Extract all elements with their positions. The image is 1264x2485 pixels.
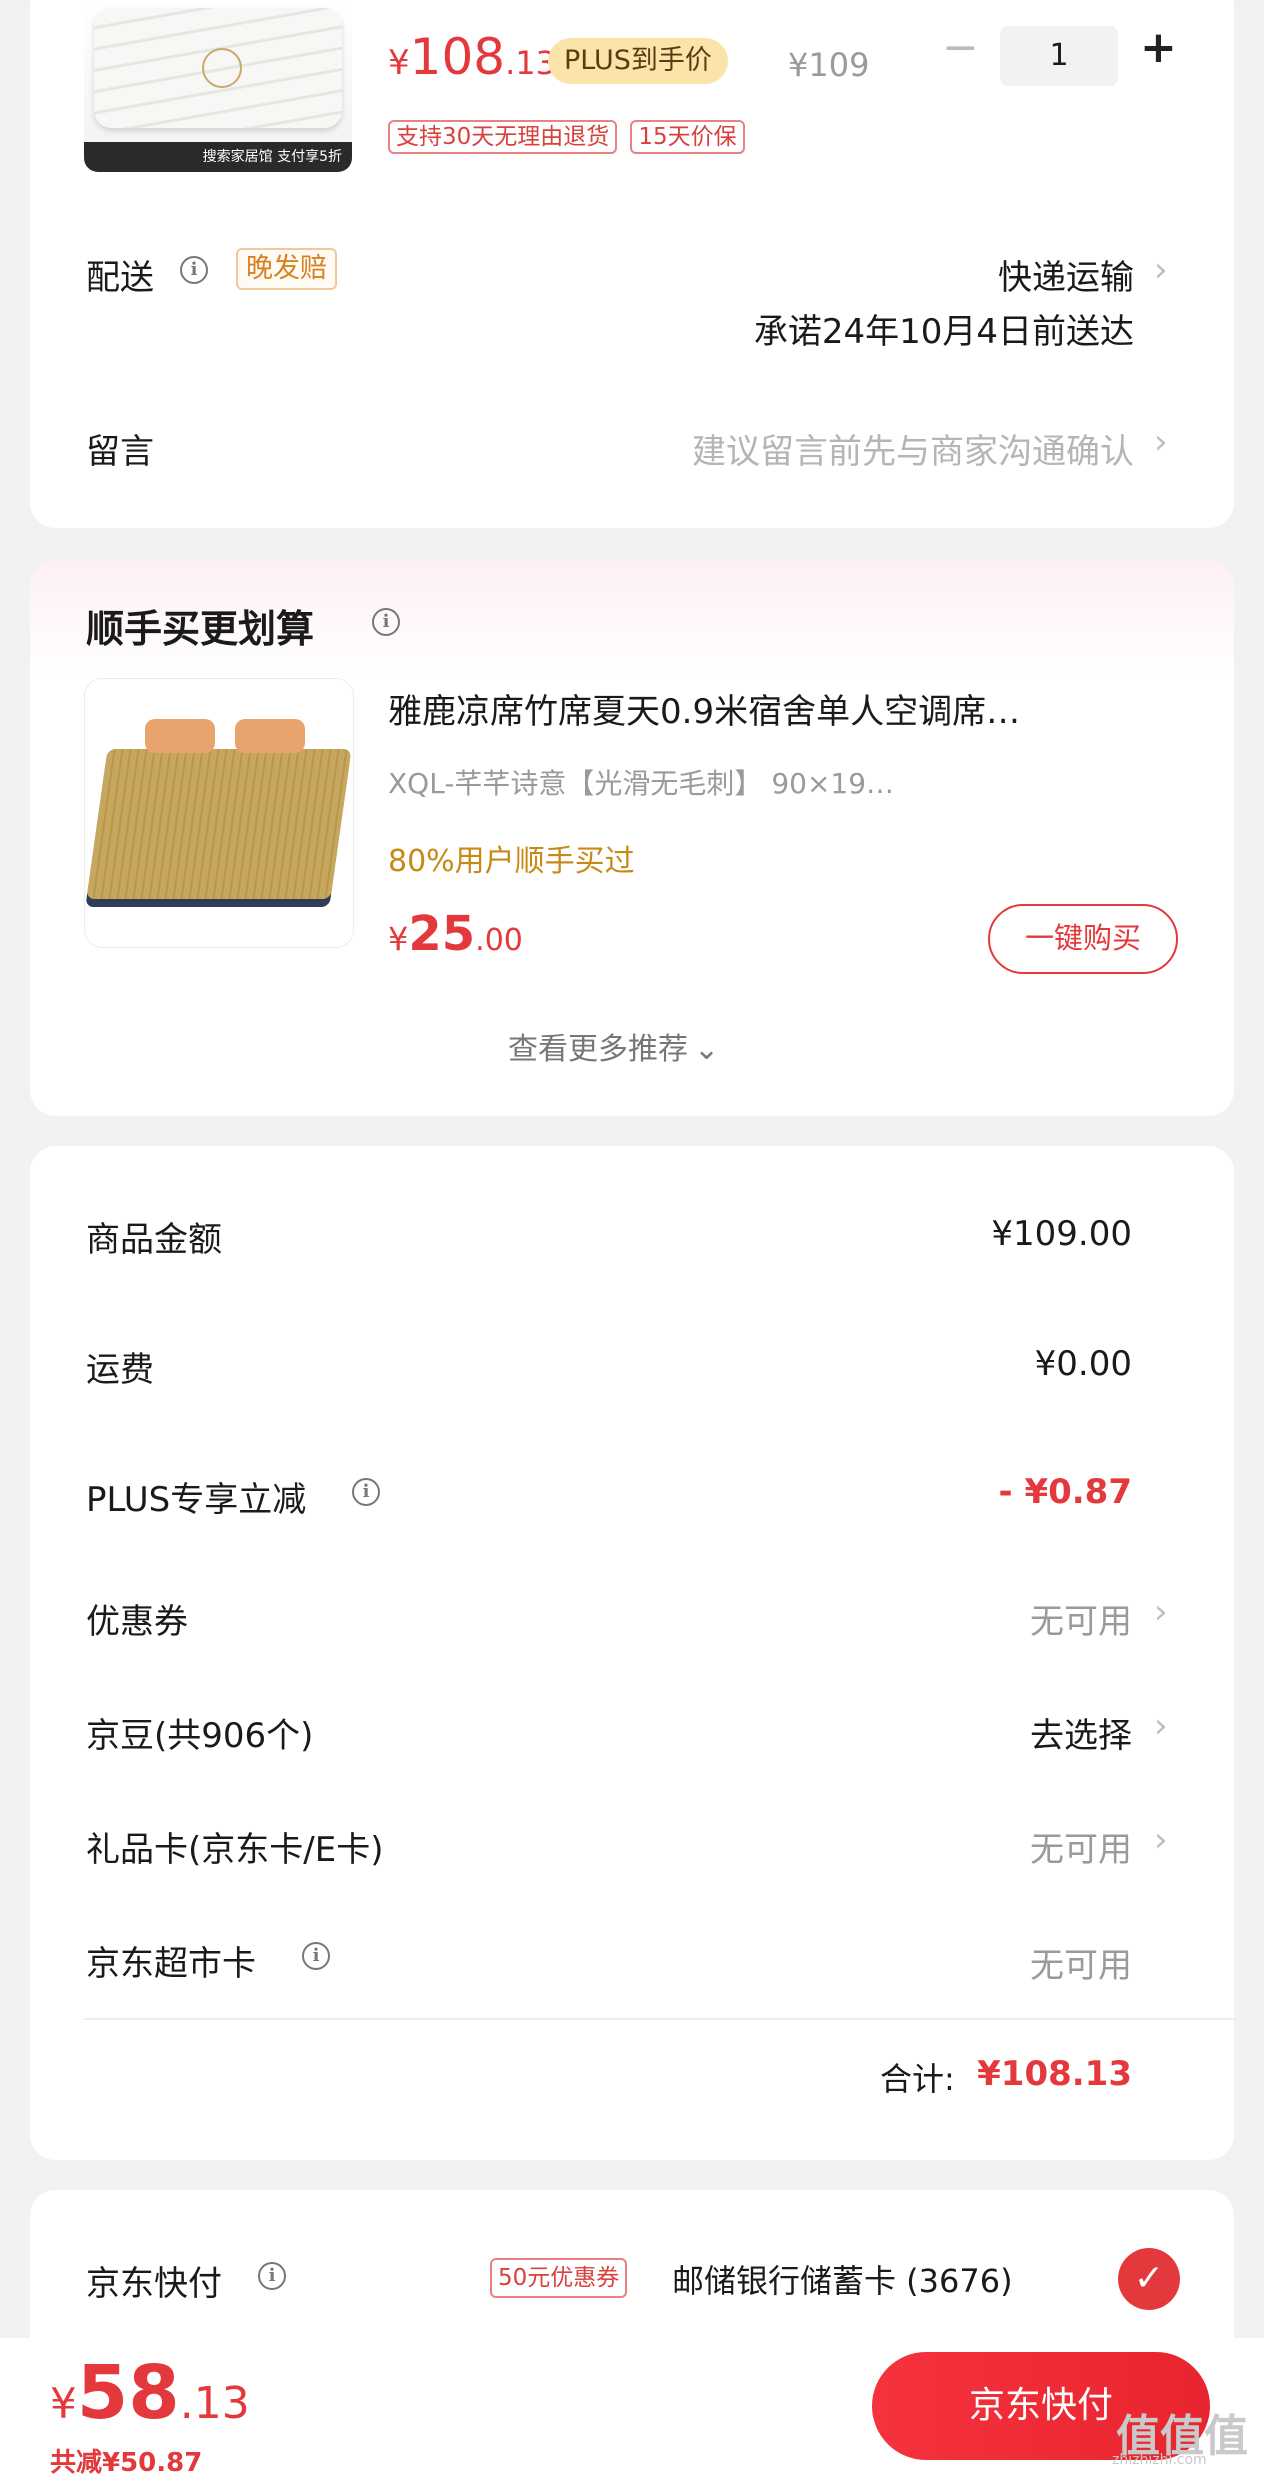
selected-check-icon[interactable]: ✓ [1118,2248,1180,2310]
chevron-right-icon: › [1154,250,1168,290]
summary-divider [84,2018,1234,2020]
site-watermark-url: zhizhizhi.com [1112,2452,1207,2468]
plus-discount-value: - ¥0.87 [998,1472,1133,1512]
shipping-value: ¥0.00 [1034,1344,1132,1384]
chevron-down-icon: ⌄ [694,1032,720,1067]
pillow-right [235,719,305,753]
bamboo-mat-image [86,749,352,899]
quantity-plus-button[interactable]: + [1140,22,1177,73]
chevron-right-icon: › [1154,422,1168,462]
price-protect-tag: 15天价保 [630,120,745,154]
jd-bean-value[interactable]: 去选择 [1030,1708,1132,1757]
payment-info-icon[interactable]: i [258,2262,286,2290]
gift-card-value[interactable]: 无可用 [1030,1822,1132,1871]
payment-coupon-tag: 50元优惠券 [490,2258,628,2298]
brand-logo-icon [202,48,242,88]
jd-bean-label: 京豆(共906个) [86,1716,314,1756]
late-compensation-tag: 晚发赔 [236,248,337,290]
product-price: ¥108.13 [388,28,556,86]
bottom-price: ¥58.13 [50,2350,250,2436]
service-tags: 支持30天无理由退货 15天价保 [388,120,745,154]
return-policy-tag: 支持30天无理由退货 [388,120,618,154]
quantity-input[interactable]: 1 [1000,26,1118,86]
quantity-minus-button[interactable]: − [942,22,979,73]
goods-amount-value: ¥109.00 [991,1214,1132,1254]
recommend-info-icon[interactable]: i [372,608,400,636]
chevron-right-icon: › [1154,1706,1168,1746]
pillow-left [145,719,215,753]
recommend-item-title[interactable]: 雅鹿凉席竹席夏天0.9米宿舍单人空调席… [388,684,1020,733]
saved-amount: 共减¥50.87 [50,2448,203,2478]
original-price: ¥109 [788,46,870,84]
recommend-social-proof: 80%用户顺手买过 [388,844,635,879]
mattress-image [94,8,342,128]
delivery-method[interactable]: 快递运输 [998,250,1134,299]
delivery-promise: 承诺24年10月4日前送达 [753,312,1134,352]
recommend-price: ¥25.00 [388,906,523,962]
chevron-right-icon: › [1154,1820,1168,1860]
thumbnail-banner: 搜索家居馆 支付享5折 [84,142,352,172]
plus-discount-label: PLUS专享立减 [86,1480,307,1520]
delivery-label: 配送 [86,258,154,298]
recommend-title: 顺手买更划算 [86,607,315,651]
bank-card-name[interactable]: 邮储银行储蓄卡 (3676) [672,2256,1013,2302]
recommend-item-spec: XQL-芊芊诗意【光滑无毛刺】 90×19… [388,767,895,800]
payment-method-label: 京东快付 [86,2264,222,2304]
recommend-thumbnail[interactable] [84,678,354,948]
market-card-value: 无可用 [1030,1946,1132,1986]
shipping-label: 运费 [86,1350,154,1390]
coupon-value[interactable]: 无可用 [1030,1594,1132,1643]
market-card-label: 京东超市卡 [86,1944,256,1984]
message-label: 留言 [86,432,154,472]
plus-discount-info-icon[interactable]: i [352,1478,380,1506]
plus-price-tag: PLUS到手价 [548,38,728,84]
see-more-link[interactable]: 查看更多推荐 ⌄ [508,1024,719,1068]
delivery-info-icon[interactable]: i [180,256,208,284]
coupon-label: 优惠券 [86,1602,188,1642]
price-summary-card [30,1146,1234,2160]
total-label: 合计: [880,2060,955,2098]
total-value: ¥108.13 [977,2054,1132,2094]
product-thumbnail[interactable]: 搜索家居馆 支付享5折 [84,0,352,172]
market-card-info-icon[interactable]: i [302,1942,330,1970]
message-input[interactable]: 建议留言前先与商家沟通确认 [692,424,1134,473]
goods-amount-label: 商品金额 [86,1220,222,1260]
one-click-buy-button[interactable]: 一键购买 [988,904,1178,974]
chevron-right-icon: › [1154,1592,1168,1632]
gift-card-label: 礼品卡(京东卡/E卡) [86,1830,384,1870]
